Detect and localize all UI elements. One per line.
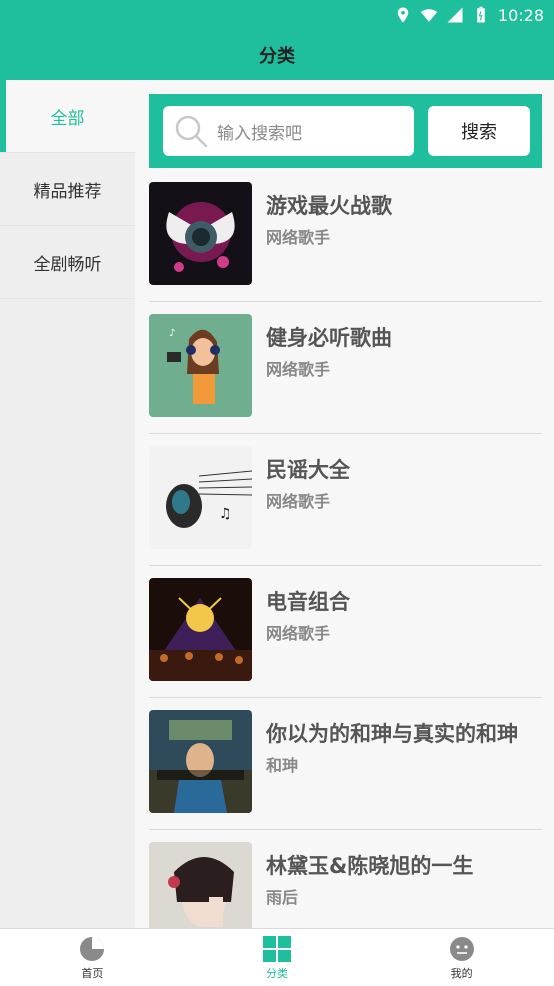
profile-icon bbox=[449, 936, 474, 961]
list-item[interactable]: ♫ 民谣大全 网络歌手 bbox=[149, 434, 542, 566]
sidebar-item-all[interactable]: 全部 bbox=[0, 80, 135, 153]
playlist-title: 游戏最火战歌 bbox=[266, 194, 392, 218]
list-item[interactable]: 林黛玉&陈晓旭的一生 雨后 bbox=[149, 830, 542, 928]
item-info: 民谣大全 网络歌手 bbox=[266, 446, 542, 512]
page-title: 分类 bbox=[259, 46, 295, 67]
album-cover-image: ♪ bbox=[149, 314, 252, 417]
playlist-artist: 网络歌手 bbox=[266, 624, 331, 643]
search-bar: 输入搜索吧 搜索 bbox=[149, 94, 542, 168]
album-cover-image bbox=[149, 842, 252, 928]
category-icon bbox=[263, 935, 291, 962]
location-icon bbox=[397, 7, 409, 23]
battery-icon bbox=[477, 6, 485, 23]
home-icon bbox=[80, 936, 105, 961]
svg-text:♫: ♫ bbox=[219, 506, 232, 522]
album-cover-image: ♫ bbox=[149, 446, 252, 549]
playlist-artist: 网络歌手 bbox=[266, 360, 331, 379]
item-info: 林黛玉&陈晓旭的一生 雨后 bbox=[266, 842, 542, 908]
item-info: 健身必听歌曲 网络歌手 bbox=[266, 314, 542, 380]
nav-item-profile[interactable]: 我的 bbox=[369, 929, 554, 986]
playlist-title: 民谣大全 bbox=[266, 458, 350, 482]
playlist-title: 你以为的和珅与真实的和珅 bbox=[266, 722, 518, 746]
album-cover-image bbox=[149, 710, 252, 813]
search-input[interactable]: 输入搜索吧 bbox=[163, 106, 414, 156]
playlist-artist: 雨后 bbox=[266, 888, 299, 907]
status-time: 10:28 bbox=[497, 5, 544, 25]
search-button[interactable]: 搜索 bbox=[428, 106, 530, 156]
nav-label: 首页 bbox=[81, 966, 104, 980]
playlist-artist: 和珅 bbox=[266, 756, 299, 775]
item-info: 游戏最火战歌 网络歌手 bbox=[266, 182, 542, 248]
sidebar-item-label: 精品推荐 bbox=[33, 181, 102, 202]
playlist-title: 电音组合 bbox=[266, 590, 350, 614]
playlist-artist: 网络歌手 bbox=[266, 228, 331, 247]
app-header: 分类 bbox=[0, 30, 554, 80]
sidebar-item-label: 全剧畅听 bbox=[33, 254, 102, 275]
svg-text:♪: ♪ bbox=[169, 328, 175, 339]
item-info: 你以为的和珅与真实的和珅 和珅 bbox=[266, 710, 542, 776]
sidebar-item-full-drama[interactable]: 全剧畅听 bbox=[0, 226, 135, 299]
playlist-title: 林黛玉&陈晓旭的一生 bbox=[266, 854, 474, 878]
nav-item-home[interactable]: 首页 bbox=[0, 929, 185, 986]
list-item[interactable]: 游戏最火战歌 网络歌手 bbox=[149, 170, 542, 302]
sidebar-item-featured[interactable]: 精品推荐 bbox=[0, 153, 135, 226]
nav-label: 我的 bbox=[450, 966, 473, 980]
search-icon bbox=[175, 115, 208, 148]
album-cover-image bbox=[149, 182, 252, 285]
nav-label: 分类 bbox=[266, 966, 288, 980]
category-sidebar: 全部 精品推荐 全剧畅听 bbox=[0, 80, 135, 928]
sidebar-item-label: 全部 bbox=[50, 108, 85, 129]
playlist-list: 游戏最火战歌 网络歌手 ♪ 健身必听歌曲 网络歌手 ♫ 民谣大全 网络歌手 电音… bbox=[149, 170, 542, 928]
list-item[interactable]: 电音组合 网络歌手 bbox=[149, 566, 542, 698]
search-placeholder: 输入搜索吧 bbox=[217, 123, 302, 144]
playlist-title: 健身必听歌曲 bbox=[266, 326, 392, 350]
bottom-nav: 首页 分类 我的 bbox=[0, 928, 554, 986]
status-bar: 10:28 bbox=[0, 0, 554, 30]
playlist-artist: 网络歌手 bbox=[266, 492, 331, 511]
wifi-icon bbox=[420, 9, 438, 22]
album-cover-image bbox=[149, 578, 252, 681]
signal-icon bbox=[447, 7, 463, 23]
nav-item-category[interactable]: 分类 bbox=[185, 929, 370, 986]
item-info: 电音组合 网络歌手 bbox=[266, 578, 542, 644]
list-item[interactable]: ♪ 健身必听歌曲 网络歌手 bbox=[149, 302, 542, 434]
list-item[interactable]: 你以为的和珅与真实的和珅 和珅 bbox=[149, 698, 542, 830]
